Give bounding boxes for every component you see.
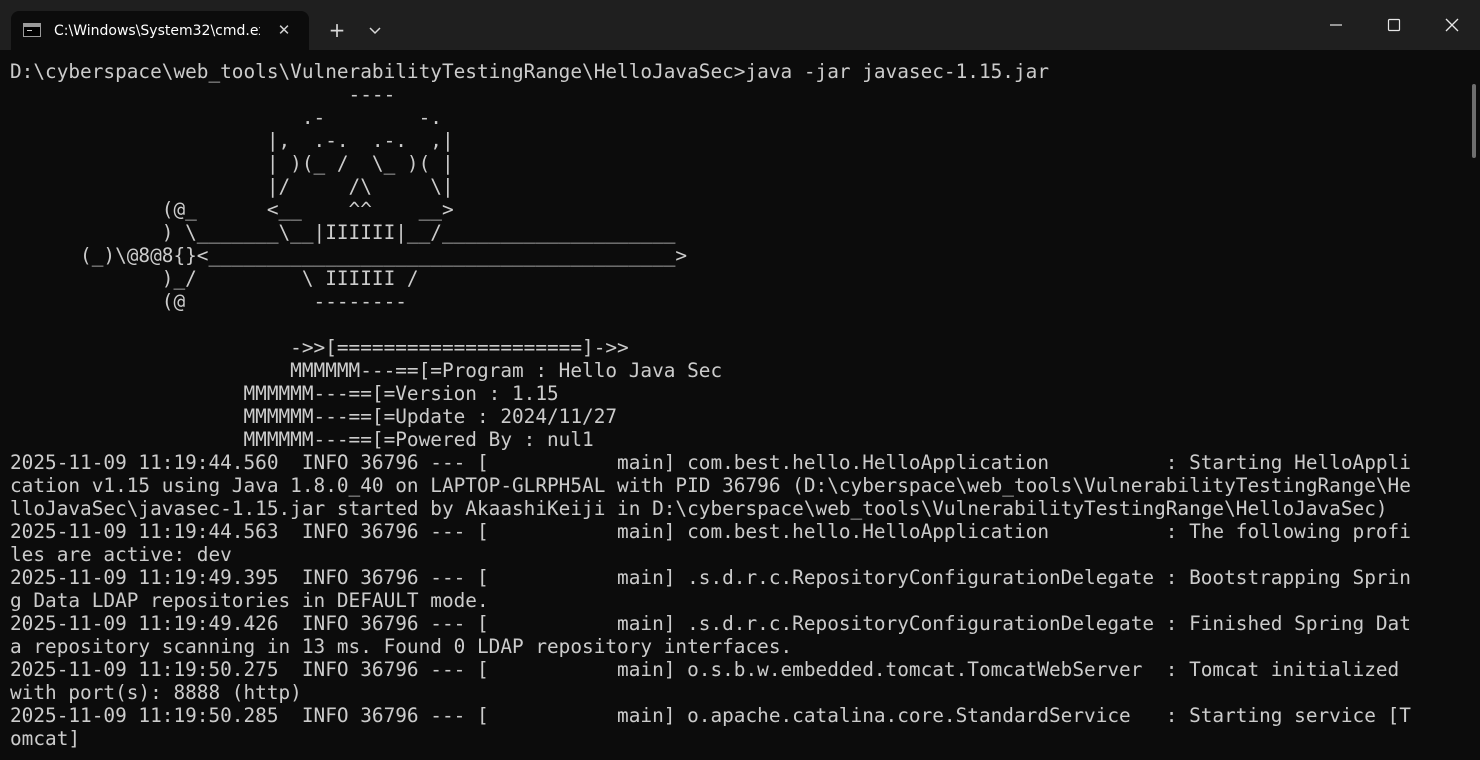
title-bar: C:\Windows\System32\cmd.exe ✕ + <box>0 0 1480 50</box>
terminal-line: (_)\@8@8{}<_____________________________… <box>10 244 688 267</box>
terminal-line: cation v1.15 using Java 1.8.0_40 on LAPT… <box>10 474 1411 497</box>
terminal-line: MMMMMM---==[=Program : Hello Java Sec <box>10 359 723 382</box>
terminal-line: 2025-11-09 11:19:44.563 INFO 36796 --- [… <box>10 520 1411 543</box>
terminal-line: ->>[=====================]->> <box>10 336 629 359</box>
terminal-line: 2025-11-09 11:19:50.275 INFO 36796 --- [… <box>10 658 1400 681</box>
tab-title: C:\Windows\System32\cmd.exe <box>54 23 260 39</box>
terminal-line: )_/ \ IIIIII / <box>10 267 419 290</box>
chevron-down-icon <box>369 27 381 35</box>
terminal-line: .- -. <box>10 106 442 129</box>
terminal-line: 2025-11-09 11:19:49.395 INFO 36796 --- [… <box>10 566 1411 589</box>
terminal-line: les are active: dev <box>10 543 232 566</box>
vertical-scrollbar[interactable] <box>1468 50 1480 760</box>
scrollbar-thumb[interactable] <box>1472 84 1476 158</box>
terminal-line: |/ /\ \| <box>10 175 454 198</box>
terminal-line: with port(s): 8888 (http) <box>10 681 302 704</box>
minimize-button[interactable] <box>1307 0 1365 50</box>
close-button[interactable] <box>1423 0 1480 50</box>
terminal-line: MMMMMM---==[=Powered By : nul1 <box>10 428 594 451</box>
tab-close-button[interactable]: ✕ <box>273 19 295 41</box>
terminal-line: | )(_ / \_ )( | <box>10 152 454 175</box>
terminal-line: omcat] <box>10 727 81 750</box>
terminal-line: ) \_______\__|IIIIII|__/________________… <box>10 221 676 244</box>
terminal-line: 2025-11-09 11:19:50.285 INFO 36796 --- [… <box>10 704 1411 727</box>
new-tab-button[interactable]: + <box>324 17 350 43</box>
maximize-icon <box>1387 18 1401 32</box>
minimize-icon <box>1330 24 1342 26</box>
terminal-line: D:\cyberspace\web_tools\VulnerabilityTes… <box>10 60 1049 83</box>
terminal-line: MMMMMM---==[=Version : 1.15 <box>10 382 559 405</box>
close-icon <box>1445 18 1459 32</box>
terminal-line: g Data LDAP repositories in DEFAULT mode… <box>10 589 489 612</box>
tab-dropdown-button[interactable] <box>364 18 386 42</box>
terminal-line: (@ -------- <box>10 290 407 313</box>
terminal-line: lloJavaSec\javasec-1.15.jar started by A… <box>10 497 1388 520</box>
cmd-icon <box>23 23 41 37</box>
terminal-line: a repository scanning in 13 ms. Found 0 … <box>10 635 793 658</box>
maximize-button[interactable] <box>1365 0 1423 50</box>
terminal-line: 2025-11-09 11:19:44.560 INFO 36796 --- [… <box>10 451 1411 474</box>
terminal-line: MMMMMM---==[=Update : 2024/11/27 <box>10 405 618 428</box>
terminal-tab[interactable]: C:\Windows\System32\cmd.exe ✕ <box>11 11 309 50</box>
terminal-line: ---- <box>10 83 396 106</box>
terminal-line: 2025-11-09 11:19:49.426 INFO 36796 --- [… <box>10 612 1411 635</box>
terminal-output[interactable]: D:\cyberspace\web_tools\VulnerabilityTes… <box>0 50 1468 760</box>
terminal-line: (@_ <__ ^^ __> <box>10 198 454 221</box>
terminal-line: |, .-. .-. ,| <box>10 129 454 152</box>
